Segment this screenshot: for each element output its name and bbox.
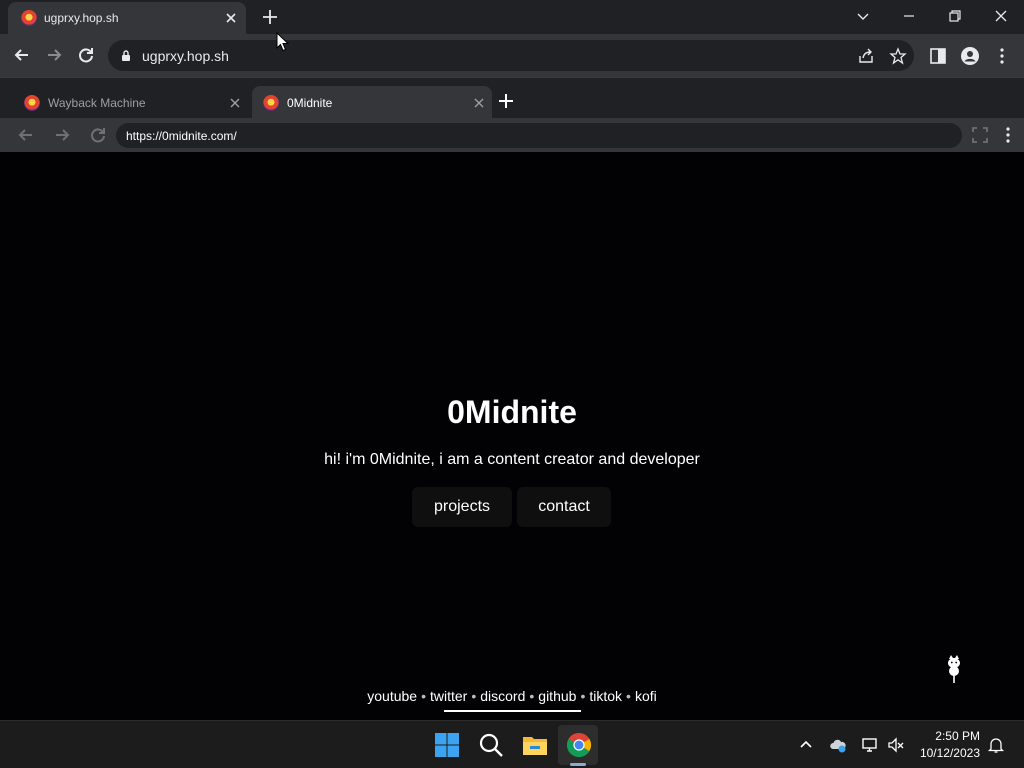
inner-tab-wayback[interactable]: Wayback Machine: [8, 86, 248, 119]
back-arrow-icon[interactable]: [12, 45, 32, 65]
wayback-favicon-icon: [24, 95, 40, 111]
close-icon[interactable]: [228, 96, 242, 110]
search-icon[interactable]: [477, 731, 505, 759]
forward-arrow-icon[interactable]: [52, 125, 72, 145]
share-icon[interactable]: [857, 47, 875, 65]
footer-separator: •: [529, 688, 535, 704]
outer-address-bar[interactable]: ugprxy.hop.sh: [108, 40, 914, 71]
bookmark-star-icon[interactable]: [889, 47, 907, 65]
clock-time[interactable]: 2:50 PM: [920, 729, 980, 743]
lock-icon[interactable]: [120, 49, 132, 62]
network-monitor-icon[interactable]: [861, 736, 879, 754]
new-tab-plus-icon[interactable]: [497, 92, 515, 110]
page-content: 0Midnite hi! i'm 0Midnite, i am a conten…: [0, 152, 1024, 720]
inner-tab-0midnite[interactable]: 0Midnite: [252, 86, 492, 119]
page-subtitle: hi! i'm 0Midnite, i am a content creator…: [324, 451, 700, 468]
back-arrow-icon[interactable]: [16, 125, 36, 145]
footer-link-kofi[interactable]: kofi: [635, 688, 657, 704]
footer-underline: [444, 710, 581, 712]
outer-tab-active[interactable]: ugprxy.hop.sh: [8, 2, 246, 34]
chevron-up-icon[interactable]: [797, 736, 815, 754]
volume-muted-icon[interactable]: [887, 736, 905, 754]
outer-tab-strip: ugprxy.hop.sh: [0, 0, 1024, 34]
onedrive-cloud-icon[interactable]: [829, 736, 847, 754]
site-favicon-icon: [263, 95, 279, 111]
reload-icon[interactable]: [88, 125, 108, 145]
inner-tab-title: 0Midnite: [287, 96, 333, 110]
inner-toolbar: https://0midnite.com/: [0, 118, 1024, 152]
cat-assistant-icon[interactable]: [944, 654, 964, 684]
mouse-cursor-icon: [276, 32, 290, 52]
page-title: 0Midnite: [447, 394, 577, 430]
footer-link-discord[interactable]: discord: [480, 688, 525, 704]
outer-toolbar: ugprxy.hop.sh: [0, 34, 1024, 77]
footer-links: youtube • twitter • discord • github • tiktok • ko…: [0, 688, 1024, 704]
footer-separator: •: [580, 688, 586, 704]
forward-arrow-icon[interactable]: [44, 45, 64, 65]
minimize-icon[interactable]: [899, 6, 919, 26]
tab-search-chevron-down-icon[interactable]: [853, 6, 873, 26]
close-icon[interactable]: [472, 96, 486, 110]
new-tab-plus-icon[interactable]: [261, 8, 279, 26]
fullscreen-icon[interactable]: [970, 125, 990, 145]
side-panel-icon[interactable]: [928, 46, 948, 66]
inner-tab-title: Wayback Machine: [48, 96, 146, 110]
restore-window-icon[interactable]: [945, 6, 965, 26]
outer-url-text: ugprxy.hop.sh: [142, 48, 229, 64]
notification-bell-icon[interactable]: [987, 736, 1005, 754]
footer-separator: •: [626, 688, 631, 704]
contact-button[interactable]: contact: [517, 487, 611, 527]
footer-separator: •: [421, 688, 426, 704]
active-app-indicator: [570, 763, 586, 766]
footer-link-tiktok[interactable]: tiktok: [589, 688, 622, 704]
footer-link-youtube[interactable]: youtube: [367, 688, 417, 704]
kebab-menu-icon[interactable]: [992, 46, 1012, 66]
footer-separator: •: [471, 688, 477, 704]
site-favicon-icon: [21, 10, 37, 26]
window-close-icon[interactable]: [991, 6, 1011, 26]
windows-taskbar: 2:50 PM 10/12/2023: [0, 720, 1024, 768]
projects-button[interactable]: projects: [412, 487, 512, 527]
clock-date[interactable]: 10/12/2023: [910, 746, 980, 760]
inner-tab-bar: Wayback Machine 0Midnite: [0, 77, 1024, 119]
file-explorer-folder-icon[interactable]: [521, 731, 549, 759]
footer-link-twitter[interactable]: twitter: [430, 688, 467, 704]
reload-icon[interactable]: [76, 45, 96, 65]
windows-start-icon[interactable]: [433, 731, 461, 759]
footer-link-github[interactable]: github: [538, 688, 576, 704]
chrome-icon[interactable]: [565, 731, 593, 759]
outer-tab-title: ugprxy.hop.sh: [44, 11, 119, 25]
inner-address-bar[interactable]: https://0midnite.com/: [116, 123, 962, 148]
kebab-menu-icon[interactable]: [998, 125, 1018, 145]
close-icon[interactable]: [224, 11, 238, 25]
inner-url-text: https://0midnite.com/: [126, 129, 237, 143]
profile-avatar-icon[interactable]: [960, 46, 980, 66]
